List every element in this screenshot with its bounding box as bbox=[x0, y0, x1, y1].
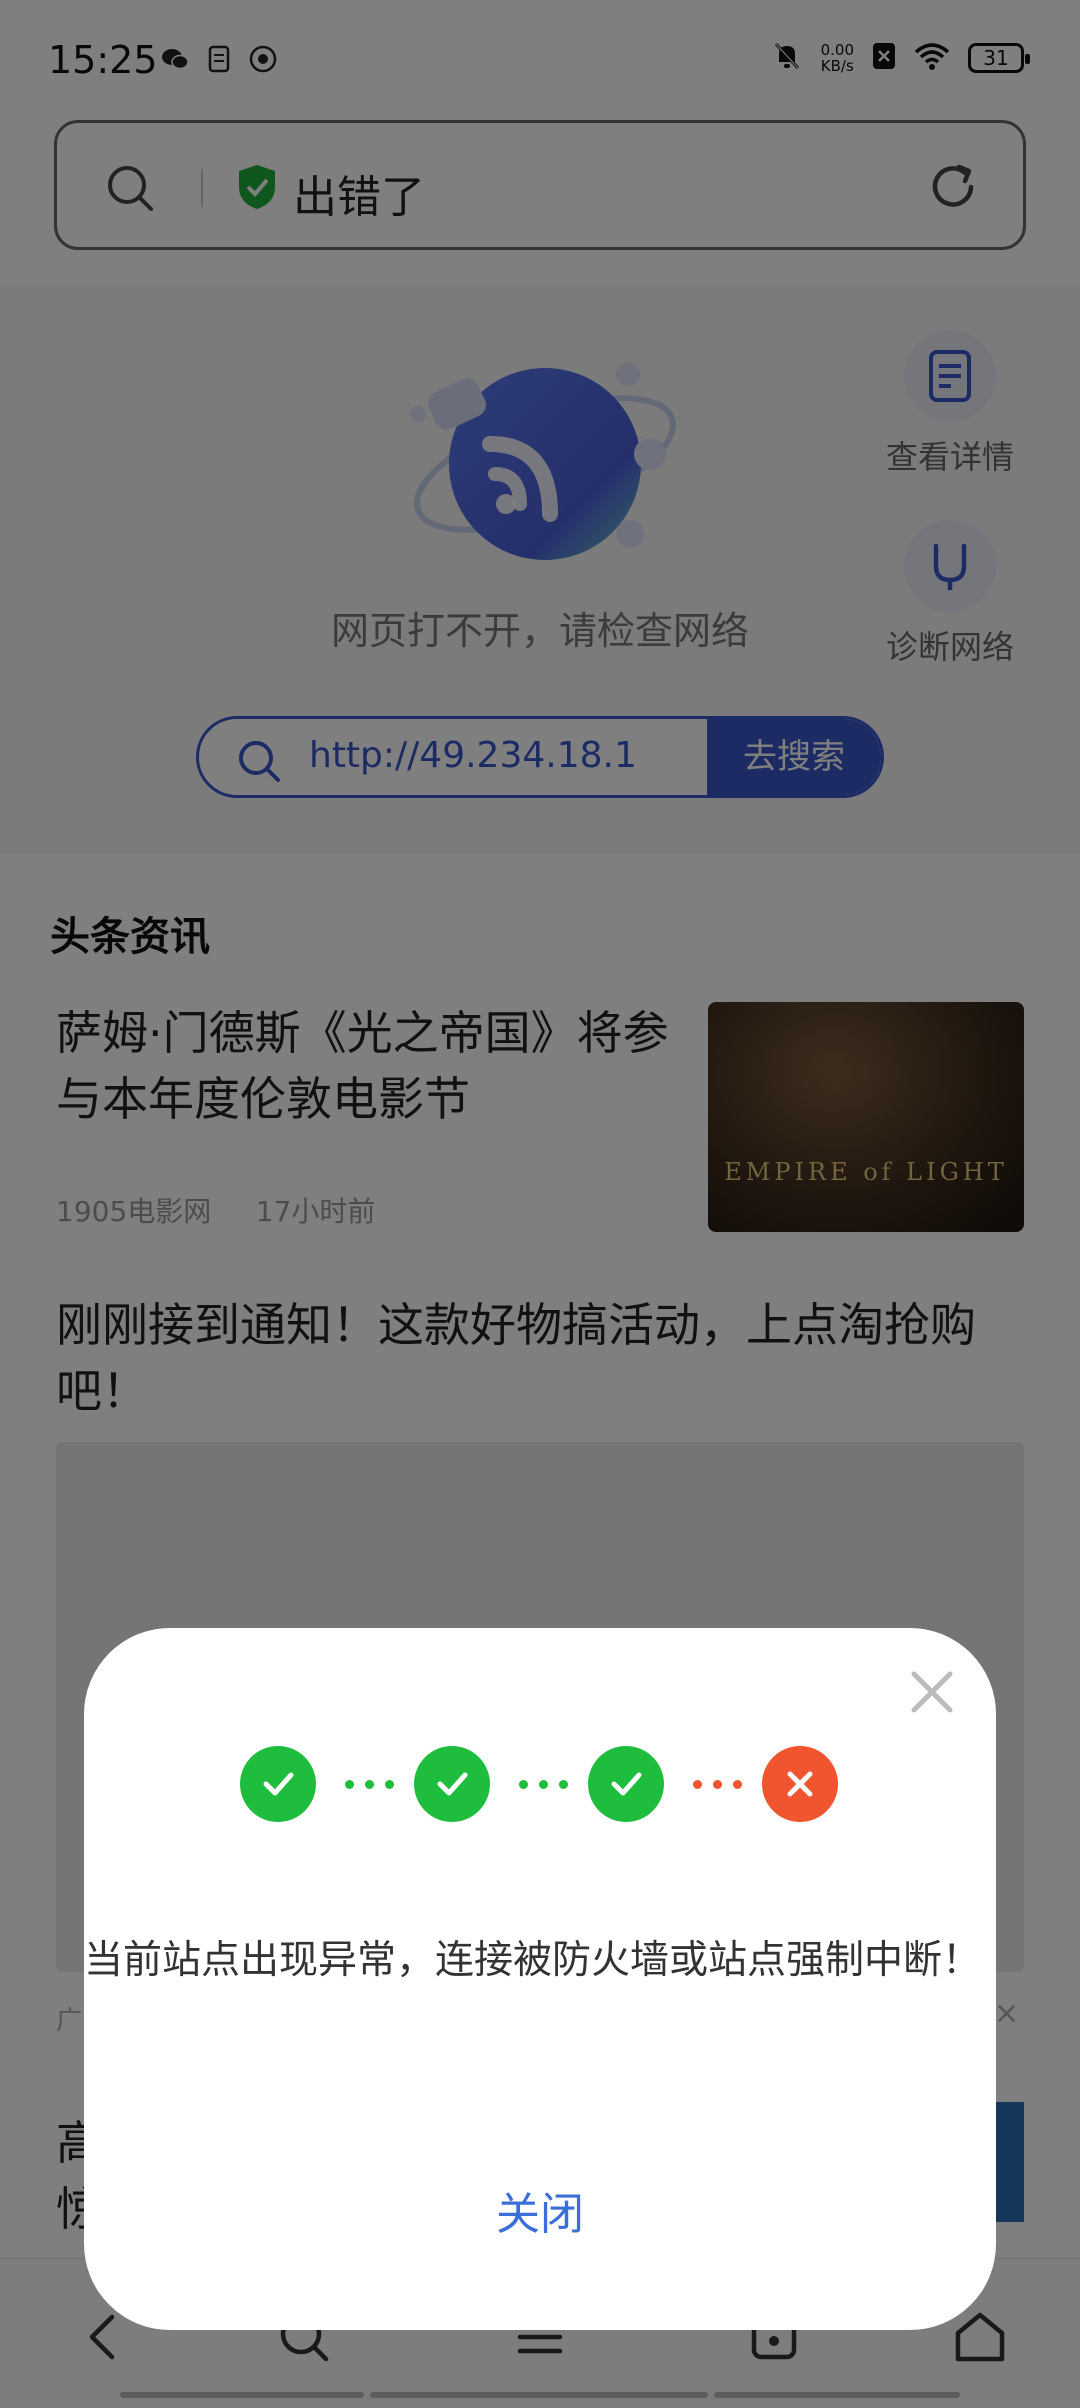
step-connector-dot bbox=[385, 1780, 394, 1789]
step-connector-dot bbox=[713, 1780, 722, 1789]
step-connector-dot bbox=[539, 1780, 548, 1789]
dialog-close-button[interactable]: 关闭 bbox=[84, 2178, 996, 2242]
step-fail-icon bbox=[762, 1746, 838, 1822]
close-icon[interactable] bbox=[906, 1666, 958, 1718]
step-connector-dot bbox=[733, 1780, 742, 1789]
step-connector-dot bbox=[345, 1780, 354, 1789]
step-ok-icon bbox=[588, 1746, 664, 1822]
step-connector-dot bbox=[693, 1780, 702, 1789]
step-ok-icon bbox=[414, 1746, 490, 1822]
dialog-message: 当前站点出现异常，连接被防火墙或站点强制中断！ bbox=[84, 1938, 982, 1983]
step-connector-dot bbox=[559, 1780, 568, 1789]
connection-error-dialog: 当前站点出现异常，连接被防火墙或站点强制中断！ 关闭 bbox=[84, 1628, 996, 2330]
step-connector-dot bbox=[365, 1780, 374, 1789]
step-connector-dot bbox=[519, 1780, 528, 1789]
connection-steps bbox=[240, 1746, 840, 1822]
step-ok-icon bbox=[240, 1746, 316, 1822]
